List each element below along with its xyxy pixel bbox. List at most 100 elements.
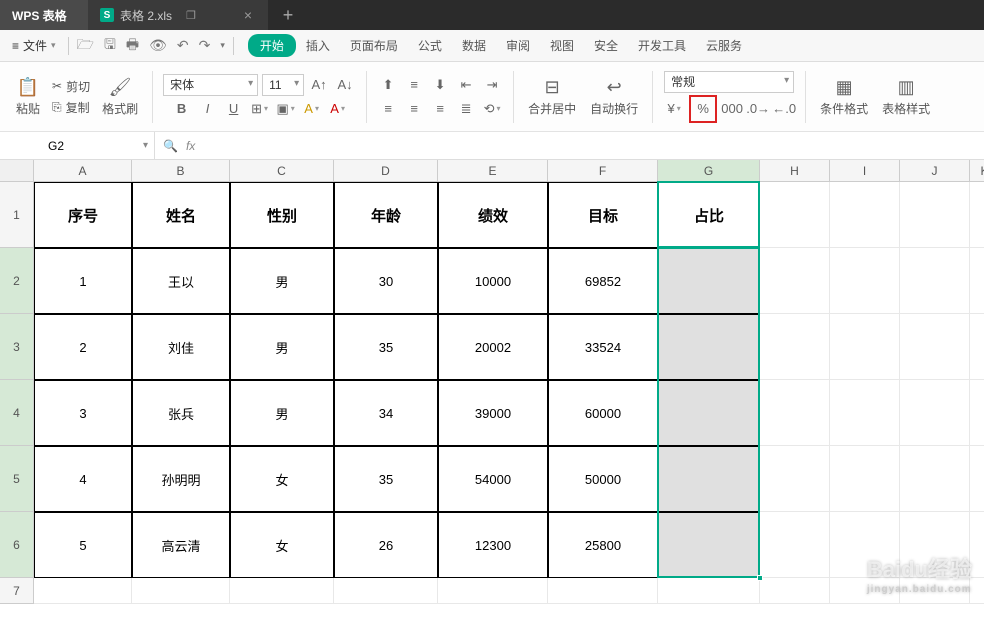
- fx-icon[interactable]: fx: [186, 139, 195, 153]
- cell-G4[interactable]: [658, 380, 760, 446]
- menu-安全[interactable]: 安全: [584, 33, 628, 58]
- percent-icon[interactable]: %: [692, 98, 714, 120]
- cell-F6[interactable]: 25800: [548, 512, 658, 578]
- cell-K2[interactable]: [970, 248, 984, 314]
- column-header-F[interactable]: F: [548, 160, 658, 182]
- number-format-select[interactable]: 常规: [664, 71, 794, 93]
- cell-J1[interactable]: [900, 182, 970, 248]
- open-icon[interactable]: 🗁: [77, 34, 94, 58]
- decrease-decimal-icon[interactable]: ←.0: [773, 98, 795, 120]
- cells-area[interactable]: 序号姓名性别年龄绩效目标占比1王以男3010000698522刘佳男352000…: [34, 182, 984, 604]
- cell-G7[interactable]: [658, 578, 760, 604]
- undo-icon[interactable]: ↶: [177, 37, 189, 54]
- cell-A6[interactable]: 5: [34, 512, 132, 578]
- wrap-text-button[interactable]: ↩ 自动换行: [586, 74, 642, 119]
- cell-A2[interactable]: 1: [34, 248, 132, 314]
- column-header-E[interactable]: E: [438, 160, 548, 182]
- column-header-A[interactable]: A: [34, 160, 132, 182]
- indent-decrease-icon[interactable]: ⇤: [455, 74, 477, 96]
- indent-increase-icon[interactable]: ⇥: [481, 74, 503, 96]
- bold-icon[interactable]: B: [171, 98, 193, 120]
- cell-C6[interactable]: 女: [230, 512, 334, 578]
- cell-J2[interactable]: [900, 248, 970, 314]
- cell-F1[interactable]: 目标: [548, 182, 658, 248]
- cell-I7[interactable]: [830, 578, 900, 604]
- cell-D3[interactable]: 35: [334, 314, 438, 380]
- menu-审阅[interactable]: 审阅: [496, 33, 540, 58]
- column-header-J[interactable]: J: [900, 160, 970, 182]
- cell-K3[interactable]: [970, 314, 984, 380]
- cell-H4[interactable]: [760, 380, 830, 446]
- font-color-icon[interactable]: A: [327, 98, 349, 120]
- cell-A3[interactable]: 2: [34, 314, 132, 380]
- close-tab-icon[interactable]: ×: [244, 7, 252, 23]
- row-header-2[interactable]: 2: [0, 248, 34, 314]
- cell-D5[interactable]: 35: [334, 446, 438, 512]
- font-size-select[interactable]: 11: [262, 74, 304, 96]
- save-icon[interactable]: 🖫: [104, 34, 116, 58]
- cell-C1[interactable]: 性别: [230, 182, 334, 248]
- cell-B5[interactable]: 孙明明: [132, 446, 230, 512]
- format-painter-button[interactable]: 🖌 格式刷: [98, 74, 142, 119]
- decrease-font-icon[interactable]: A↓: [334, 74, 356, 96]
- cell-A1[interactable]: 序号: [34, 182, 132, 248]
- print-icon[interactable]: 🖶: [126, 34, 139, 58]
- justify-icon[interactable]: ≣: [455, 98, 477, 120]
- select-all-corner[interactable]: [0, 160, 34, 182]
- merge-center-button[interactable]: ⊟ 合并居中: [524, 74, 580, 119]
- cell-H6[interactable]: [760, 512, 830, 578]
- underline-icon[interactable]: U: [223, 98, 245, 120]
- cell-I4[interactable]: [830, 380, 900, 446]
- cell-F2[interactable]: 69852: [548, 248, 658, 314]
- column-header-I[interactable]: I: [830, 160, 900, 182]
- menu-开始[interactable]: 开始: [248, 34, 296, 57]
- cell-B6[interactable]: 高云清: [132, 512, 230, 578]
- cell-I1[interactable]: [830, 182, 900, 248]
- cell-K7[interactable]: [970, 578, 984, 604]
- cell-B2[interactable]: 王以: [132, 248, 230, 314]
- cell-B1[interactable]: 姓名: [132, 182, 230, 248]
- cell-F5[interactable]: 50000: [548, 446, 658, 512]
- fill-color-icon[interactable]: ▣: [275, 98, 297, 120]
- cell-E1[interactable]: 绩效: [438, 182, 548, 248]
- cell-I6[interactable]: [830, 512, 900, 578]
- cell-D4[interactable]: 34: [334, 380, 438, 446]
- name-box-input[interactable]: [6, 139, 106, 153]
- chevron-down-icon[interactable]: ▾: [220, 40, 225, 51]
- new-tab-button[interactable]: +: [268, 0, 308, 30]
- cell-H1[interactable]: [760, 182, 830, 248]
- preview-icon[interactable]: 👁: [149, 37, 167, 54]
- cell-D7[interactable]: [334, 578, 438, 604]
- formula-input-area[interactable]: 🔍 fx: [155, 139, 984, 153]
- highlight-icon[interactable]: A: [301, 98, 323, 120]
- cell-A4[interactable]: 3: [34, 380, 132, 446]
- redo-icon[interactable]: ↷: [199, 37, 211, 54]
- cell-K4[interactable]: [970, 380, 984, 446]
- cell-G3[interactable]: [658, 314, 760, 380]
- menu-视图[interactable]: 视图: [540, 33, 584, 58]
- conditional-format-button[interactable]: ▦ 条件格式: [816, 74, 872, 119]
- align-center-icon[interactable]: ≡: [403, 98, 425, 120]
- cell-E5[interactable]: 54000: [438, 446, 548, 512]
- row-header-6[interactable]: 6: [0, 512, 34, 578]
- cell-F4[interactable]: 60000: [548, 380, 658, 446]
- cell-B7[interactable]: [132, 578, 230, 604]
- column-header-G[interactable]: G: [658, 160, 760, 182]
- row-header-4[interactable]: 4: [0, 380, 34, 446]
- cell-I5[interactable]: [830, 446, 900, 512]
- cell-C5[interactable]: 女: [230, 446, 334, 512]
- cell-H2[interactable]: [760, 248, 830, 314]
- column-header-C[interactable]: C: [230, 160, 334, 182]
- row-header-1[interactable]: 1: [0, 182, 34, 248]
- row-header-7[interactable]: 7: [0, 578, 34, 604]
- menu-页面布局[interactable]: 页面布局: [340, 33, 408, 58]
- cell-D2[interactable]: 30: [334, 248, 438, 314]
- cell-E7[interactable]: [438, 578, 548, 604]
- cell-B3[interactable]: 刘佳: [132, 314, 230, 380]
- cell-D6[interactable]: 26: [334, 512, 438, 578]
- cell-H3[interactable]: [760, 314, 830, 380]
- border-icon[interactable]: ⊞: [249, 98, 271, 120]
- cell-E6[interactable]: 12300: [438, 512, 548, 578]
- cell-J4[interactable]: [900, 380, 970, 446]
- align-middle-icon[interactable]: ≡: [403, 74, 425, 96]
